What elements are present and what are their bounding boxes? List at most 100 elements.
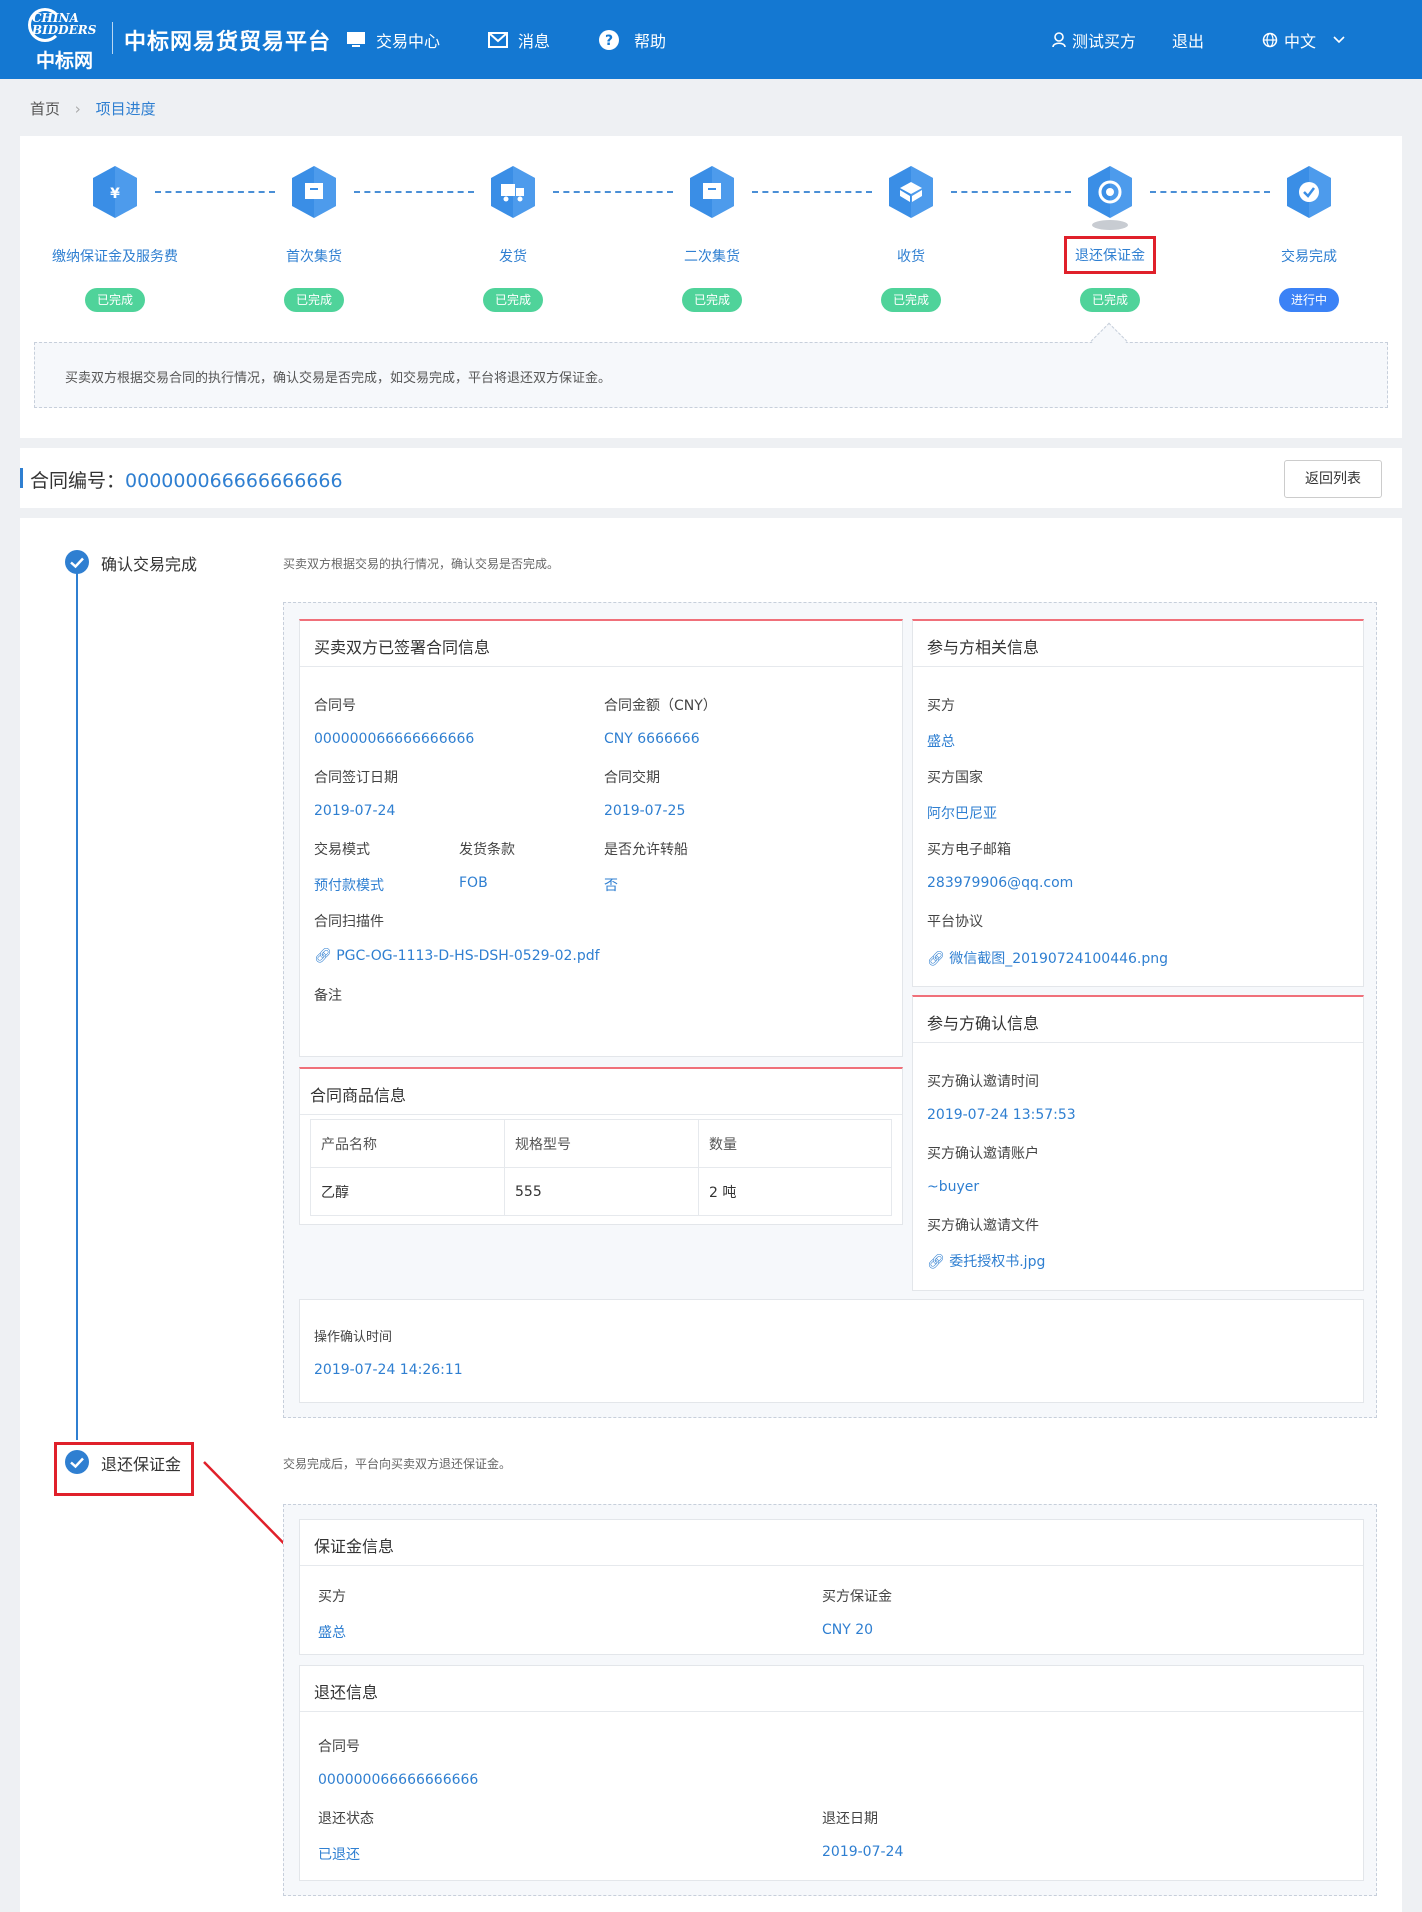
table-cell: 2 吨	[698, 1167, 892, 1216]
step-label-text: 收货	[897, 249, 925, 265]
confirm-file-link[interactable]: 🔗︎ 委托授权书.jpg	[927, 1251, 1045, 1271]
step-label-text: 二次集货	[684, 249, 740, 265]
contract-goods-card: 合同商品信息 产品名称 规格型号 数量 乙醇 555 2 吨	[299, 1067, 903, 1225]
step-label-text: 退还保证金	[1064, 236, 1156, 274]
deposit-info-card: 保证金信息 买方 盛总 买方保证金 CNY 20	[299, 1519, 1364, 1655]
field-label: 买方确认邀请时间	[927, 1074, 1039, 1090]
logo-cn-text: 中标网	[36, 50, 94, 72]
agreement-file-link[interactable]: 🔗︎ 微信截图_20190724100446.png	[927, 948, 1168, 968]
step-label[interactable]: 发货	[413, 246, 613, 266]
contract-number: 000000066666666666	[125, 470, 343, 492]
step-connector	[951, 191, 1071, 193]
field-label: 合同号	[314, 698, 356, 714]
nav-label: 交易中心	[376, 32, 441, 51]
breadcrumb-current: 项目进度	[95, 100, 156, 118]
field-label: 发货条款	[459, 842, 515, 858]
user-name: 测试买方	[1072, 32, 1137, 51]
user-menu[interactable]: 测试买方	[1052, 28, 1136, 52]
transship-value: 否	[604, 878, 618, 894]
card-title: 买卖双方已签署合同信息	[300, 621, 902, 667]
card-title: 合同商品信息	[300, 1069, 902, 1115]
field-label: 买方电子邮箱	[927, 842, 1011, 858]
confirm-section-box: 买卖双方已签署合同信息 合同号 000000066666666666 合同金额（…	[283, 602, 1377, 1418]
contract-number-line: 合同编号：000000066666666666	[30, 466, 343, 493]
language-select[interactable]: 中文	[1262, 28, 1346, 52]
step-label[interactable]: 缴纳保证金及服务费	[15, 246, 215, 266]
file-name: 微信截图_20190724100446.png	[949, 951, 1169, 967]
step-label[interactable]: 首次集货	[214, 246, 414, 266]
breadcrumb: 首页 › 项目进度	[30, 98, 156, 119]
card-title: 保证金信息	[300, 1520, 1363, 1566]
goods-table: 产品名称 规格型号 数量 乙醇 555 2 吨	[310, 1119, 892, 1216]
site-logo[interactable]: CHINA BIDDERS 中标网	[26, 4, 110, 74]
language-label: 中文	[1284, 32, 1317, 51]
breadcrumb-separator-icon: ›	[74, 100, 81, 118]
refund-section-box: 保证金信息 买方 盛总 买方保证金 CNY 20 退还信息 合同号 000000…	[283, 1504, 1377, 1896]
step-label-text: 缴纳保证金及服务费	[52, 249, 178, 265]
step-label-text: 发货	[499, 249, 527, 265]
buyer-value: 盛总	[927, 734, 955, 750]
nav-trade-center[interactable]: 交易中心	[346, 28, 440, 52]
box-icon	[687, 164, 737, 220]
paperclip-icon: 🔗︎	[927, 1254, 945, 1270]
field-label: 买方保证金	[822, 1589, 892, 1605]
step-connector	[1150, 191, 1270, 193]
field-label: 买方	[318, 1589, 346, 1605]
contract-scan-link[interactable]: 🔗︎ PGC-OG-1113-D-HS-DSH-0529-02.pdf	[314, 948, 600, 964]
step-label[interactable]: 二次集货	[612, 246, 812, 266]
operation-time-card: 操作确认时间 2019-07-24 14:26:11	[299, 1299, 1364, 1403]
title-accent-bar	[20, 468, 23, 488]
paperclip-icon: 🔗︎	[314, 948, 332, 964]
logout-link[interactable]: 退出	[1172, 28, 1204, 52]
box-icon	[289, 164, 339, 220]
step-label[interactable]: 收货	[811, 246, 1011, 266]
step-status-badge: 已完成	[284, 288, 344, 312]
breadcrumb-home[interactable]: 首页	[30, 100, 60, 118]
mail-icon	[488, 32, 508, 48]
column-header: 产品名称	[310, 1119, 505, 1168]
check-icon	[1284, 164, 1334, 220]
refund-contract-no-value: 000000066666666666	[318, 1772, 479, 1788]
timeline-step-desc: 买卖双方根据交易的执行情况，确认交易是否完成。	[283, 557, 560, 571]
refund-status-value: 已退还	[318, 1847, 360, 1863]
file-name: 委托授权书.jpg	[949, 1254, 1046, 1270]
help-icon: ?	[599, 30, 619, 50]
header-divider	[112, 22, 113, 54]
field-label: 备注	[314, 988, 342, 1004]
delivery-date-value: 2019-07-25	[604, 803, 686, 819]
field-label: 退还状态	[318, 1811, 374, 1827]
step-status-badge: 已完成	[1080, 288, 1140, 312]
step-label[interactable]: 退还保证金	[1010, 236, 1210, 274]
sign-date-value: 2019-07-24	[314, 803, 396, 819]
step-label[interactable]: 交易完成	[1209, 246, 1409, 266]
field-label: 合同交期	[604, 770, 660, 786]
nav-help[interactable]: ? 帮助	[598, 28, 666, 52]
field-label: 合同扫描件	[314, 914, 384, 930]
shield-yuan-icon: ¥	[90, 164, 140, 220]
step-connector	[155, 191, 275, 193]
check-circle-icon	[65, 550, 89, 574]
paperclip-icon: 🔗︎	[927, 951, 945, 967]
column-header: 数量	[698, 1119, 892, 1168]
return-list-button[interactable]: 返回列表	[1284, 460, 1382, 498]
table-row: 乙醇 555 2 吨	[310, 1167, 892, 1216]
package-icon	[886, 164, 936, 220]
field-label: 买方	[927, 698, 955, 714]
confirm-time-value: 2019-07-24 13:57:53	[927, 1107, 1076, 1123]
step-label-text: 交易完成	[1281, 249, 1337, 265]
nav-messages[interactable]: 消息	[488, 28, 550, 52]
field-label: 合同号	[318, 1739, 360, 1755]
deposit-buyer-value: 盛总	[318, 1625, 346, 1641]
svg-text:?: ?	[605, 33, 613, 49]
deposit-amount-value: CNY 20	[822, 1622, 874, 1638]
timeline-line	[76, 560, 78, 1440]
globe-icon	[1262, 32, 1278, 48]
card-title: 参与方相关信息	[913, 621, 1363, 667]
table-cell: 555	[504, 1167, 699, 1216]
buyer-email-value: 283979906@qq.com	[927, 875, 1074, 891]
brand-title: 中标网易货贸易平台	[124, 30, 332, 55]
top-header: CHINA BIDDERS 中标网 中标网易货贸易平台 交易中心 消息 ? 帮助 …	[0, 0, 1422, 79]
party-info-card: 参与方相关信息 买方 盛总 买方国家 阿尔巴尼亚 买方电子邮箱 28397990…	[912, 619, 1364, 987]
nav-label: 消息	[518, 32, 551, 51]
field-label: 是否允许转船	[604, 842, 688, 858]
